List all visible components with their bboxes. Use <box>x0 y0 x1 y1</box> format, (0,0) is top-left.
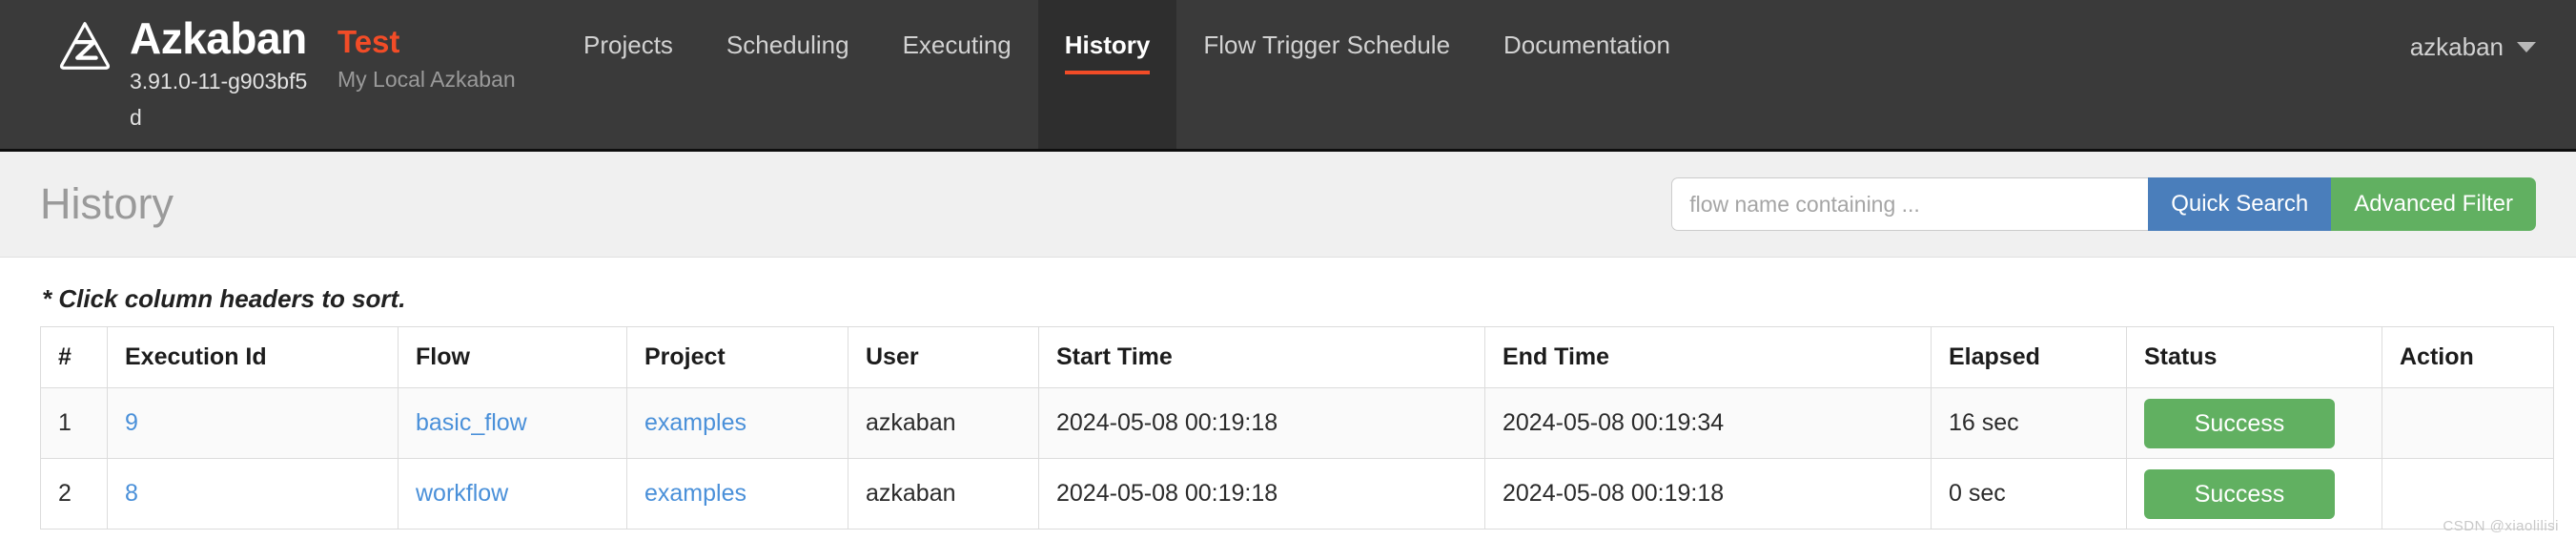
nav-label: Scheduling <box>726 31 849 59</box>
nav-label: Executing <box>902 31 1012 59</box>
brand-name: Azkaban <box>130 13 307 63</box>
chevron-down-icon <box>2517 42 2536 52</box>
column-header-status[interactable]: Status <box>2126 326 2382 388</box>
table-header: # Execution Id Flow Project User Start T… <box>40 326 2554 388</box>
table-row: 1 9 basic_flow examples azkaban 2024-05-… <box>40 387 2554 459</box>
table-row: 2 8 workflow examples azkaban 2024-05-08… <box>40 458 2554 530</box>
nav-label: Flow Trigger Schedule <box>1203 31 1451 59</box>
cell-action <box>2382 387 2554 459</box>
cell-elapsed: 0 sec <box>1931 458 2127 530</box>
project-link[interactable]: examples <box>644 480 746 507</box>
cell-user: azkaban <box>848 458 1039 530</box>
cell-user: azkaban <box>848 387 1039 459</box>
column-header-execution-id[interactable]: Execution Id <box>107 326 399 388</box>
top-navbar: Azkaban 3.91.0-11-g903bf5d Test My Local… <box>0 0 2576 152</box>
search-input[interactable] <box>1671 177 2149 231</box>
page-title: History <box>40 179 174 228</box>
column-header-end-time[interactable]: End Time <box>1484 326 1932 388</box>
user-name: azkaban <box>2409 32 2504 61</box>
page-header: History Quick Search Advanced Filter <box>0 152 2576 258</box>
main-content: * Click column headers to sort. # Execut… <box>0 258 2576 530</box>
status-badge: Success <box>2144 398 2335 448</box>
cell-elapsed: 16 sec <box>1931 387 2127 459</box>
cell-execution-id: 9 <box>107 387 399 459</box>
project-link[interactable]: examples <box>644 409 746 436</box>
column-header-action[interactable]: Action <box>2382 326 2554 388</box>
cell-status: Success <box>2126 458 2382 530</box>
brand-block[interactable]: Azkaban 3.91.0-11-g903bf5d <box>0 0 311 135</box>
flow-link[interactable]: workflow <box>416 480 508 507</box>
cell-status: Success <box>2126 387 2382 459</box>
instance-title: Test <box>337 24 400 59</box>
column-header-start-time[interactable]: Start Time <box>1038 326 1485 388</box>
instance-info: Test My Local Azkaban <box>337 0 528 95</box>
cell-start-time: 2024-05-08 00:19:18 <box>1038 387 1485 459</box>
nav-item-documentation[interactable]: Documentation <box>1477 0 1697 149</box>
flow-link[interactable]: basic_flow <box>416 409 527 436</box>
primary-nav: Projects Scheduling Executing History Fl… <box>557 0 2410 149</box>
column-header-user[interactable]: User <box>848 326 1039 388</box>
table-header-row: # Execution Id Flow Project User Start T… <box>40 326 2554 388</box>
nav-item-executing[interactable]: Executing <box>876 0 1038 149</box>
nav-item-projects[interactable]: Projects <box>557 0 700 149</box>
nav-label: History <box>1064 31 1151 59</box>
cell-number: 1 <box>40 387 108 459</box>
cell-start-time: 2024-05-08 00:19:18 <box>1038 458 1485 530</box>
cell-flow: workflow <box>398 458 627 530</box>
cell-number: 2 <box>40 458 108 530</box>
nav-item-history[interactable]: History <box>1037 0 1177 149</box>
execution-id-link[interactable]: 8 <box>125 480 138 507</box>
azkaban-logo-icon <box>55 17 114 76</box>
quick-search-button[interactable]: Quick Search <box>2148 177 2332 231</box>
advanced-filter-button[interactable]: Advanced Filter <box>2331 177 2536 231</box>
cell-flow: basic_flow <box>398 387 627 459</box>
execution-id-link[interactable]: 9 <box>125 409 138 436</box>
column-header-flow[interactable]: Flow <box>398 326 627 388</box>
cell-project: examples <box>626 458 848 530</box>
watermark: CSDN @xiaolilisi <box>2443 518 2559 534</box>
execution-history-table: # Execution Id Flow Project User Start T… <box>40 326 2554 530</box>
nav-label: Documentation <box>1503 31 1670 59</box>
column-header-elapsed[interactable]: Elapsed <box>1931 326 2127 388</box>
cell-execution-id: 8 <box>107 458 399 530</box>
user-menu[interactable]: azkaban <box>2410 0 2576 62</box>
active-tab-indicator <box>1064 71 1151 74</box>
nav-label: Projects <box>583 31 673 59</box>
table-body: 1 9 basic_flow examples azkaban 2024-05-… <box>40 387 2554 530</box>
cell-end-time: 2024-05-08 00:19:18 <box>1484 458 1932 530</box>
column-header-number[interactable]: # <box>40 326 108 388</box>
cell-project: examples <box>626 387 848 459</box>
brand-version: 3.91.0-11-g903bf5d <box>130 69 308 130</box>
cell-end-time: 2024-05-08 00:19:34 <box>1484 387 1932 459</box>
instance-subtitle: My Local Azkaban <box>337 67 516 92</box>
status-badge: Success <box>2144 468 2335 519</box>
column-header-project[interactable]: Project <box>626 326 848 388</box>
nav-item-scheduling[interactable]: Scheduling <box>700 0 876 149</box>
nav-item-flow-trigger-schedule[interactable]: Flow Trigger Schedule <box>1176 0 1477 149</box>
sort-hint: * Click column headers to sort. <box>42 284 406 313</box>
search-toolbar: Quick Search Advanced Filter <box>1671 177 2536 231</box>
